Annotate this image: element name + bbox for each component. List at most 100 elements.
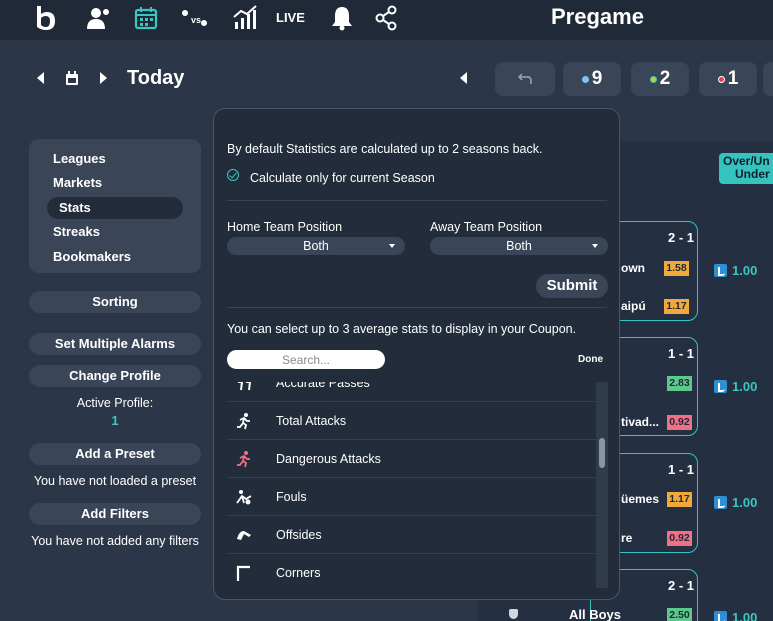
home-team: own: [621, 261, 645, 275]
stats-scrollbar[interactable]: [596, 382, 608, 588]
current-season-checkbox-label[interactable]: Calculate only for current Season: [250, 171, 435, 185]
add-preset-button[interactable]: Add a Preset: [29, 443, 201, 465]
odd-badge: 1.17: [664, 299, 689, 314]
check-icon[interactable]: [227, 169, 239, 181]
bookmaker-odds[interactable]: 1.00: [714, 379, 757, 394]
chevron-down-icon: [592, 244, 598, 248]
match-score: 1 - 1: [668, 346, 695, 361]
user-alarm-icon[interactable]: [85, 4, 113, 32]
filters-note: You have not added any filters: [31, 534, 199, 548]
set-alarms-button[interactable]: Set Multiple Alarms: [29, 333, 201, 355]
prev-day-icon[interactable]: [37, 72, 44, 84]
stat-label: Corners: [276, 566, 321, 580]
list-item[interactable]: Total Attacks: [227, 402, 597, 440]
match-score: 2 - 1: [668, 230, 695, 245]
bell-icon[interactable]: [329, 4, 355, 32]
page-title: Pregame: [551, 4, 644, 29]
intro-text: By default Statistics are calculated up …: [227, 142, 543, 156]
stat-label: Dangerous Attacks: [276, 452, 381, 466]
home-position-value: Both: [303, 239, 329, 253]
pill-count: 1: [727, 68, 739, 89]
away-team: aipú: [621, 299, 646, 313]
scrollbar-thumb[interactable]: [599, 438, 605, 468]
away-position-select[interactable]: Both: [430, 237, 608, 255]
status-pill-blue[interactable]: 9: [563, 62, 621, 96]
foul-icon: [236, 490, 252, 505]
bookmaker-odd-value: 1.00: [732, 495, 758, 510]
date-row: Today 9 2 1: [0, 58, 773, 102]
list-item[interactable]: Offsides: [227, 516, 597, 554]
match-score: 2 - 1: [668, 578, 695, 593]
return-pill[interactable]: [495, 62, 555, 96]
submit-button[interactable]: Submit: [536, 274, 608, 298]
team-crest-icon: [509, 609, 518, 619]
calendar-small-icon[interactable]: [65, 71, 79, 91]
status-pill-red[interactable]: 1: [699, 62, 757, 96]
away-team: tivad...: [621, 415, 660, 429]
top-nav: vs LIVE Pregame: [0, 0, 773, 40]
add-filters-button[interactable]: Add Filters: [29, 503, 201, 525]
svg-text:vs: vs: [191, 15, 201, 25]
list-item[interactable]: Corners: [227, 554, 597, 588]
return-icon: [518, 73, 532, 84]
sidebar-item-markets[interactable]: Markets: [41, 172, 102, 194]
pill-count: 2: [659, 68, 671, 89]
change-profile-button[interactable]: Change Profile: [29, 365, 201, 387]
sidebar-menu: Leagues Markets Stats Streaks Bookmakers: [29, 139, 201, 273]
sidebar-item-streaks[interactable]: Streaks: [41, 221, 100, 243]
share-icon[interactable]: [374, 4, 398, 32]
bookmaker-icon: [714, 264, 727, 277]
odd-badge: 1.17: [667, 492, 692, 507]
pill-count: 9: [591, 68, 603, 89]
bookmaker-odds[interactable]: 1.00: [714, 610, 757, 621]
list-item[interactable]: Fouls: [227, 478, 597, 516]
done-button[interactable]: Done: [578, 354, 603, 365]
select-note: You can select up to 3 average stats to …: [227, 322, 577, 336]
dot-icon: [649, 75, 657, 83]
running-icon: [237, 413, 250, 430]
away-position-value: Both: [506, 239, 532, 253]
search-input[interactable]: [227, 350, 385, 369]
preset-note: You have not loaded a preset: [33, 474, 197, 488]
divider: [227, 307, 607, 308]
sidebar-item-leagues[interactable]: Leagues: [41, 148, 106, 170]
versus-icon[interactable]: vs: [180, 4, 210, 32]
odd-badge: 1.58: [664, 261, 689, 276]
sidebar-item-stats[interactable]: Stats: [47, 197, 183, 219]
match-score: 1 - 1: [668, 462, 695, 477]
stat-label: Offsides: [276, 528, 322, 542]
stat-label: Total Attacks: [276, 414, 347, 428]
home-position-label: Home Team Position: [227, 220, 343, 234]
bookmaker-odds[interactable]: 1.00: [714, 495, 757, 510]
stat-label: Fouls: [276, 490, 307, 504]
sidebar-item-bookmakers[interactable]: Bookmakers: [41, 246, 131, 268]
passes-icon: [238, 382, 252, 391]
status-pill-partial[interactable]: [763, 62, 773, 96]
away-team: re: [621, 531, 633, 545]
day-label: Today: [127, 67, 185, 89]
list-item[interactable]: Dangerous Attacks: [227, 440, 597, 478]
logo-icon[interactable]: [30, 4, 60, 32]
chart-icon[interactable]: [231, 4, 259, 32]
next-day-icon[interactable]: [100, 72, 107, 84]
over-under-badge[interactable]: Over/Un Under: [719, 153, 773, 184]
calendar-icon[interactable]: [133, 4, 161, 32]
bookmaker-odd-value: 1.00: [732, 379, 758, 394]
list-item[interactable]: Accurate Passes: [227, 382, 597, 402]
sorting-button[interactable]: Sorting: [29, 291, 201, 313]
bookmaker-icon: [714, 380, 727, 393]
collapse-arrow-icon[interactable]: [460, 72, 467, 84]
odd-badge: 0.92: [667, 531, 692, 546]
odd-badge: 0.92: [667, 415, 692, 430]
live-tab[interactable]: LIVE: [276, 10, 305, 25]
bookmaker-icon: [714, 496, 727, 509]
bookmaker-odds[interactable]: 1.00: [714, 263, 757, 278]
offside-icon: [237, 531, 251, 540]
dot-icon: [717, 75, 725, 83]
home-position-select[interactable]: Both: [227, 237, 405, 255]
stats-list: Accurate Passes Total Attacks Dangerous …: [227, 382, 609, 588]
away-position-label: Away Team Position: [430, 220, 543, 234]
stats-settings-popup: By default Statistics are calculated up …: [213, 108, 620, 600]
status-pill-yellow[interactable]: 2: [631, 62, 689, 96]
running-red-icon: [237, 451, 250, 468]
